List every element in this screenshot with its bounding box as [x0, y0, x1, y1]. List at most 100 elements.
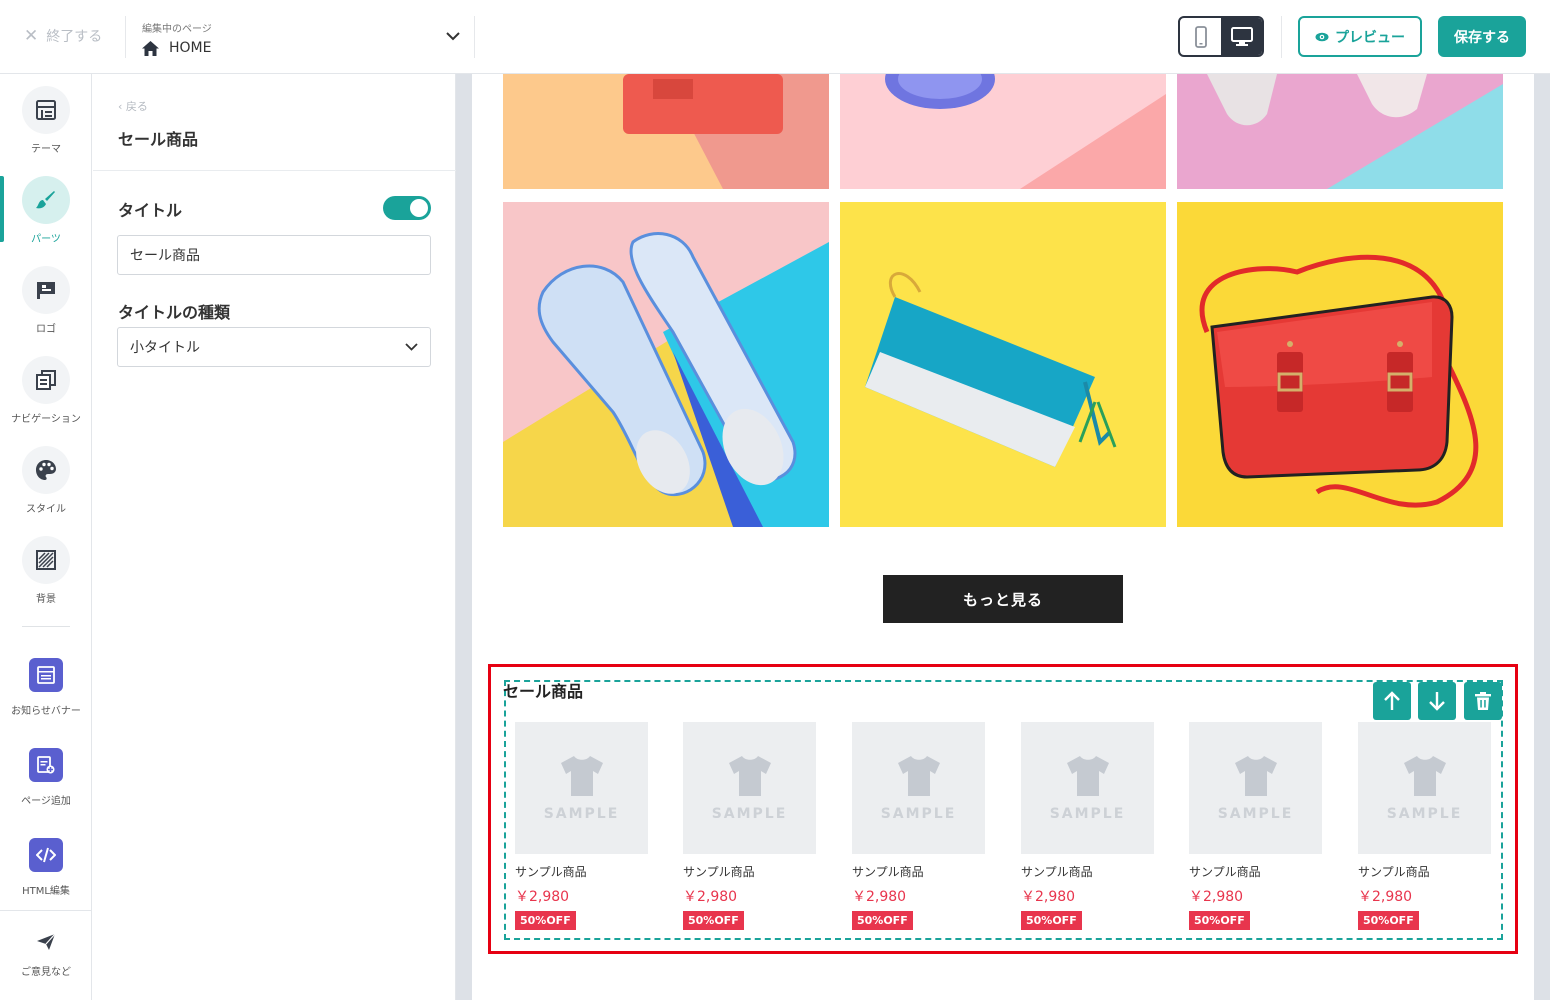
sidebar-item-background[interactable]: 背景	[0, 536, 92, 622]
sidebar-item-parts[interactable]: パーツ	[0, 176, 92, 262]
discount-badge: 50%OFF	[1189, 911, 1250, 930]
title-field-label: タイトル	[118, 201, 183, 220]
product-price: ￥2,980	[1358, 889, 1413, 905]
sidebar-item-logo[interactable]: ロゴ	[0, 266, 92, 352]
toggle-knob	[410, 199, 428, 217]
product-photo	[503, 202, 829, 527]
flag-icon	[37, 282, 55, 299]
view-more-button[interactable]: もっと見る	[883, 575, 1123, 623]
documents-icon	[36, 370, 56, 390]
page-canvas: もっと見る セール商品 SAMPLE サンプル商品 ￥2,980 50%OFF SAMP…	[472, 74, 1534, 1000]
close-icon: ✕	[24, 25, 39, 46]
move-down-button[interactable]	[1418, 682, 1456, 720]
divider	[1281, 16, 1282, 58]
tshirt-icon	[898, 756, 940, 796]
title-type-label: タイトルの種類	[118, 303, 231, 322]
product-card[interactable]: SAMPLE サンプル商品 ￥2,980 50%OFF	[1189, 722, 1323, 930]
eye-icon	[1315, 32, 1329, 41]
brush-icon	[36, 191, 55, 209]
product-card[interactable]: SAMPLE サンプル商品 ￥2,980 50%OFF	[515, 722, 649, 930]
sidebar-item-navigation[interactable]: ナビゲーション	[0, 356, 92, 442]
product-image-clutch-teal[interactable]	[840, 202, 1166, 527]
send-icon	[37, 933, 56, 950]
product-thumbnail: SAMPLE	[1021, 722, 1154, 854]
sale-section-title: セール商品	[503, 682, 584, 701]
sidebar-item-add-page[interactable]: ページ追加	[0, 748, 92, 834]
back-link[interactable]: ‹ 戻る	[118, 98, 148, 114]
sample-watermark: SAMPLE	[1049, 806, 1126, 822]
rail-divider	[22, 626, 70, 627]
product-image-sneakers-pink[interactable]	[1177, 74, 1503, 189]
feedback-button[interactable]: ご意見など	[0, 910, 92, 1000]
preview-label: プレビュー	[1335, 29, 1405, 46]
sidebar-item-label: ナビゲーション	[11, 414, 81, 425]
product-price: ￥2,980	[1189, 889, 1244, 905]
product-card[interactable]: SAMPLE サンプル商品 ￥2,980 50%OFF	[683, 722, 817, 930]
product-photo	[503, 74, 829, 189]
product-name: サンプル商品	[515, 865, 587, 879]
arrow-up-icon	[1384, 691, 1400, 710]
exit-label: 終了する	[46, 29, 103, 45]
chevron-down-icon	[405, 343, 418, 351]
product-card[interactable]: SAMPLE サンプル商品 ￥2,980 50%OFF	[1021, 722, 1155, 930]
preview-button[interactable]: プレビュー	[1298, 16, 1422, 57]
panel-title: セール商品	[118, 130, 199, 149]
product-photo	[840, 74, 1166, 189]
save-button[interactable]: 保存する	[1438, 16, 1526, 57]
product-card[interactable]: SAMPLE サンプル商品 ￥2,980 50%OFF	[852, 722, 986, 930]
product-thumbnail: SAMPLE	[683, 722, 816, 854]
divider	[125, 16, 126, 58]
product-image-sneakers-striped[interactable]	[503, 202, 829, 527]
exit-button[interactable]: ✕ 終了する	[24, 26, 102, 46]
icon-circle	[22, 266, 70, 314]
layout-icon	[36, 100, 56, 120]
settings-panel: ‹ 戻る セール商品 タイトル タイトルの種類 小タイトル	[93, 74, 456, 1000]
tshirt-icon	[1235, 756, 1277, 796]
feedback-label: ご意見など	[21, 967, 71, 978]
sample-watermark: SAMPLE	[711, 806, 788, 822]
top-bar: ✕ 終了する 編集中のページ HOME プレビュー 保存する	[0, 0, 1550, 74]
sidebar-item-style[interactable]: スタイル	[0, 446, 92, 532]
banner-icon	[37, 666, 55, 684]
icon-circle	[22, 176, 70, 224]
title-input[interactable]	[117, 235, 431, 275]
divider	[93, 170, 456, 171]
product-image-clutch-orange[interactable]	[503, 74, 829, 189]
product-name: サンプル商品	[1189, 865, 1261, 879]
product-price: ￥2,980	[683, 889, 738, 905]
product-photo	[840, 202, 1166, 527]
page-caption: 編集中のページ	[142, 24, 212, 35]
product-card[interactable]: SAMPLE サンプル商品 ￥2,980 50%OFF	[1358, 722, 1492, 930]
product-name: サンプル商品	[683, 865, 755, 879]
product-thumbnail: SAMPLE	[852, 722, 985, 854]
arrow-down-icon	[1429, 692, 1445, 711]
sample-watermark: SAMPLE	[880, 806, 957, 822]
mobile-view-button[interactable]	[1180, 18, 1221, 55]
sidebar-item-label: 背景	[36, 594, 56, 605]
product-name: サンプル商品	[1358, 865, 1430, 879]
discount-badge: 50%OFF	[1021, 911, 1082, 930]
product-price: ￥2,980	[852, 889, 907, 905]
title-visibility-toggle[interactable]	[383, 196, 431, 220]
divider	[474, 16, 475, 58]
product-thumbnail: SAMPLE	[515, 722, 648, 854]
icon-square	[29, 748, 63, 782]
delete-button[interactable]	[1464, 682, 1502, 720]
tshirt-icon	[1404, 756, 1446, 796]
sidebar-item-theme[interactable]: テーマ	[0, 86, 92, 172]
smartphone-icon	[1194, 25, 1207, 48]
title-type-select[interactable]: 小タイトル	[117, 327, 431, 367]
product-image-sunglasses[interactable]	[840, 74, 1166, 189]
icon-circle	[22, 86, 70, 134]
code-icon	[36, 847, 56, 863]
sidebar-item-notice-banner[interactable]: お知らせバナー	[0, 658, 92, 744]
desktop-view-button[interactable]	[1221, 18, 1262, 55]
page-selector[interactable]: 編集中のページ HOME	[142, 20, 462, 60]
sidebar-item-label: ロゴ	[36, 324, 56, 335]
discount-badge: 50%OFF	[1358, 911, 1419, 930]
product-photo	[1177, 74, 1503, 189]
move-up-button[interactable]	[1373, 682, 1411, 720]
product-image-satchel-red[interactable]	[1177, 202, 1503, 527]
icon-square	[29, 658, 63, 692]
sale-products-block[interactable]	[504, 680, 1503, 940]
